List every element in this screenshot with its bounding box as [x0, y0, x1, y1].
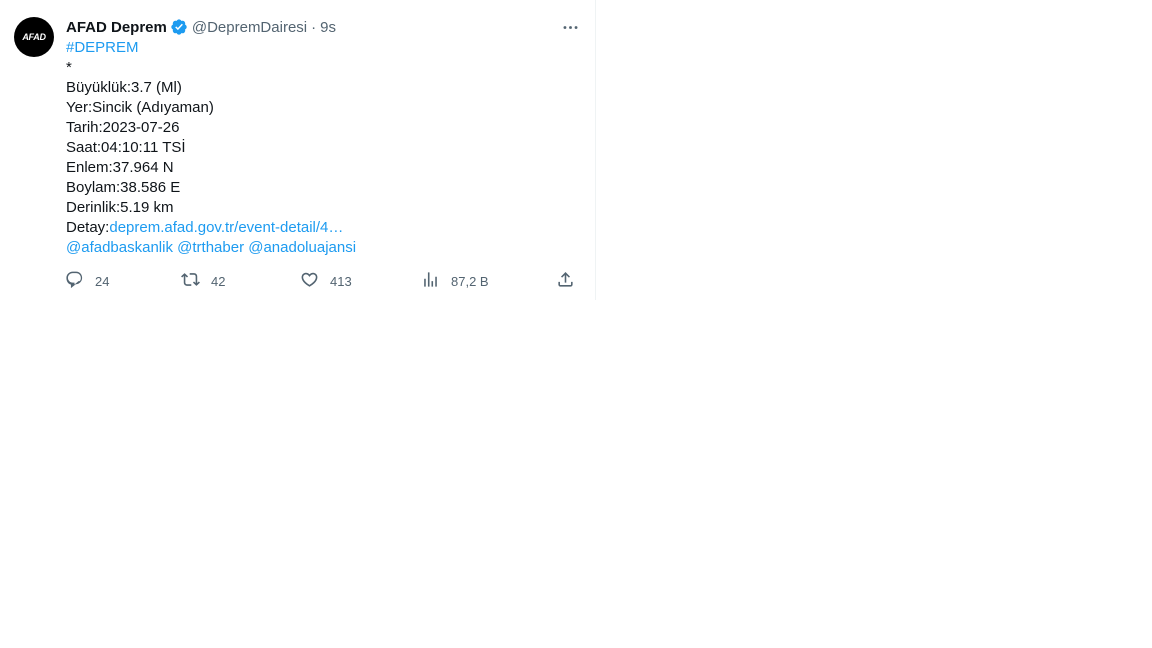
hashtag-link[interactable]: #DEPREM: [66, 39, 139, 56]
views-count: 87,2 B: [451, 273, 489, 289]
action-bar: 24 42 413 87,2 B: [60, 270, 580, 292]
separator-dot: ·: [311, 18, 317, 36]
display-name[interactable]: AFAD Deprem: [66, 19, 167, 36]
detail-link[interactable]: deprem.afad.gov.tr/event-detail/4…: [109, 219, 343, 236]
mention-anadoluajansi[interactable]: @anadoluajansi: [248, 239, 356, 256]
tweet-header: AFAD Deprem @DepremDairesi · 9s: [66, 17, 336, 37]
mention-afadbaskanlik[interactable]: @afadbaskanlik: [66, 239, 173, 256]
reply-icon: [65, 270, 84, 292]
latitude-line: Enlem:37.964 N: [66, 159, 174, 176]
mention-trthaber[interactable]: @trthaber: [177, 239, 244, 256]
detail-line: Detay:deprem.afad.gov.tr/event-detail/4…: [66, 218, 576, 238]
views-button[interactable]: 87,2 B: [421, 270, 489, 292]
verified-badge-icon[interactable]: [170, 18, 188, 36]
retweet-icon: [181, 270, 200, 292]
share-button[interactable]: [556, 270, 575, 292]
detail-label: Detay:: [66, 219, 110, 236]
user-handle[interactable]: @DepremDairesi: [192, 19, 307, 36]
time-line: Saat:04:10:11 TSİ: [66, 139, 186, 156]
like-button[interactable]: 413: [300, 270, 352, 292]
more-options-icon[interactable]: [558, 16, 582, 38]
longitude-line: Boylam:38.586 E: [66, 179, 181, 196]
reply-count: 24: [95, 273, 110, 289]
heart-icon: [300, 270, 319, 292]
views-chart-icon: [421, 270, 440, 292]
retweet-count: 42: [211, 273, 226, 289]
tweet-text: #DEPREM * Büyüklük:3.7 (Ml) Yer:Sincik (…: [66, 38, 576, 258]
like-count: 413: [330, 273, 352, 289]
share-icon: [556, 270, 575, 292]
reply-button[interactable]: 24: [65, 270, 109, 292]
avatar-logo-text: AFAD: [22, 32, 46, 42]
magnitude-line: Büyüklük:3.7 (Ml): [66, 79, 182, 96]
mentions-line: @afadbaskanlik @trthaber @anadoluajansi: [66, 238, 576, 258]
date-line: Tarih:2023-07-26: [66, 119, 180, 136]
asterisk-line: *: [66, 59, 72, 76]
depth-line: Derinlik:5.19 km: [66, 199, 174, 216]
avatar[interactable]: AFAD: [14, 17, 54, 57]
tweet-time[interactable]: 9s: [320, 19, 336, 36]
tweet-card[interactable]: AFAD AFAD Deprem @DepremDairesi · 9s #DE…: [0, 0, 596, 300]
place-line: Yer:Sincik (Adıyaman): [66, 99, 214, 116]
retweet-button[interactable]: 42: [181, 270, 225, 292]
